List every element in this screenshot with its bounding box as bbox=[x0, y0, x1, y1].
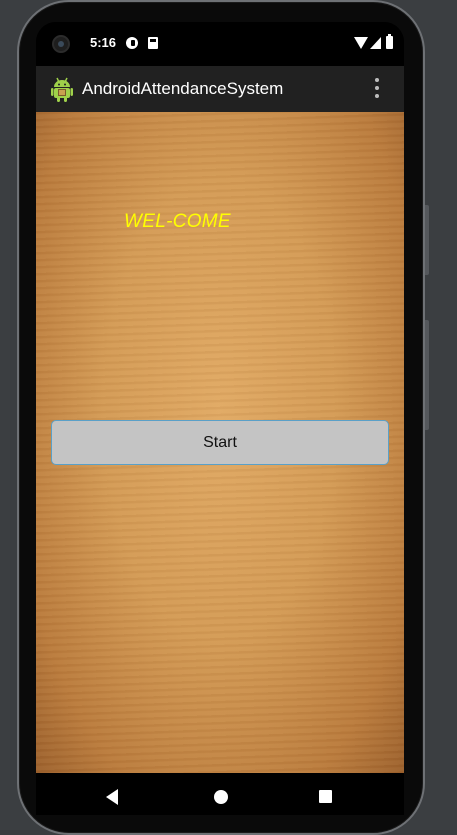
home-icon[interactable] bbox=[214, 790, 228, 804]
status-bar: 5:16 bbox=[36, 22, 404, 66]
navigation-bar bbox=[36, 773, 404, 815]
device-screen: 5:16 AndroidAttendanceSystem WEL-COME St… bbox=[36, 22, 404, 815]
more-vert-icon[interactable] bbox=[372, 78, 382, 100]
wood-background: WEL-COME Start bbox=[36, 112, 404, 773]
battery-icon bbox=[386, 34, 393, 49]
wifi-icon bbox=[354, 37, 368, 49]
power-button bbox=[425, 205, 429, 275]
android-icon bbox=[51, 77, 73, 102]
volume-button bbox=[425, 320, 429, 430]
sd-card-icon bbox=[148, 37, 158, 49]
action-bar: AndroidAttendanceSystem bbox=[36, 66, 404, 112]
back-icon[interactable] bbox=[106, 789, 118, 805]
app-title: AndroidAttendanceSystem bbox=[82, 79, 284, 98]
cell-signal-icon bbox=[370, 37, 381, 49]
front-camera bbox=[52, 35, 70, 53]
start-button[interactable]: Start bbox=[51, 420, 389, 465]
status-time: 5:16 bbox=[90, 35, 117, 50]
data-saver-icon bbox=[126, 37, 138, 49]
welcome-heading: WEL-COME bbox=[124, 211, 231, 232]
recents-icon[interactable] bbox=[319, 790, 332, 803]
